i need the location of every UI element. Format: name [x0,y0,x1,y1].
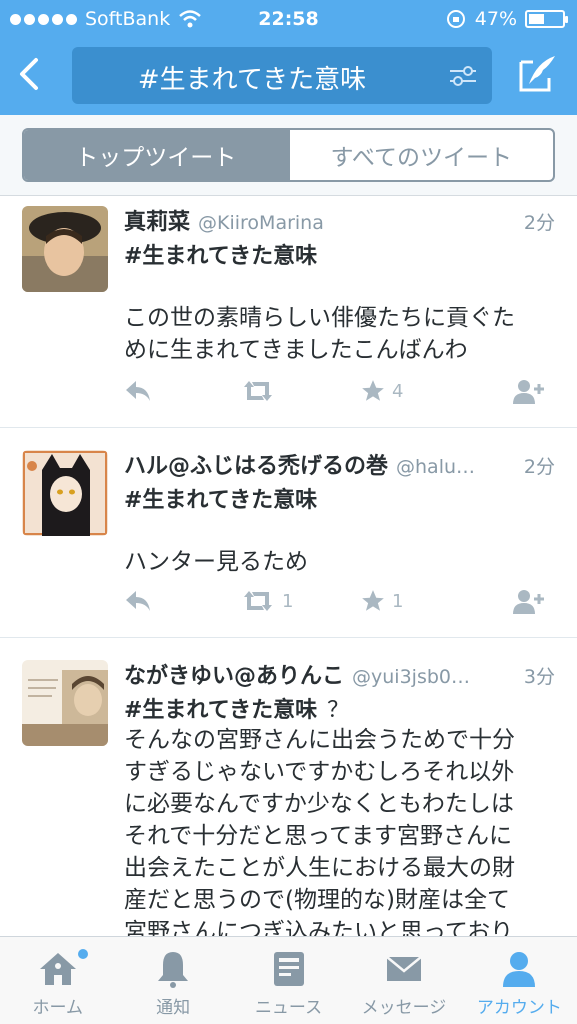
back-arrow-icon[interactable] [14,54,44,94]
tweet-time: 2分 [523,212,555,234]
tab-home-label: ホーム [32,998,83,1018]
user-handle[interactable]: @yui3jsb0… [352,666,516,688]
star-icon [362,590,384,611]
tab-notifications-label: 通知 [156,998,191,1018]
segment-all-tweets[interactable]: すべてのツイート [287,130,554,180]
user-name[interactable]: 真莉菜 [124,204,190,236]
tweet-text: この世の素晴らしい俳優たちに貢ぐた めに生まれてきましたこんばんわ [124,302,559,366]
search-field[interactable]: #生まれてきた意味 [72,47,492,104]
hashtag-text: #生まれてきた意味 [124,488,318,513]
follow-button[interactable] [511,376,547,406]
tweet-time: 3分 [523,666,555,688]
tweet-line: ハンター見るため [124,549,308,575]
search-query: #生まれてきた意味 [137,65,367,95]
filter-icon[interactable] [448,61,478,91]
retweet-button[interactable]: 1 [240,586,360,616]
avatar[interactable] [22,450,108,536]
tweet-filter-segment: トップツイート すべてのツイート [22,128,555,182]
battery-icon [525,10,568,28]
tab-news[interactable]: ニュース [231,937,346,1024]
tab-bar: ホーム 通知 ニュース メッセージ アカウント [0,936,577,1024]
tweet-line: この世の素晴らしい俳優たちに貢ぐた [124,305,515,331]
tab-messages[interactable]: メッセージ [346,937,461,1024]
follow-icon [513,590,544,614]
notification-dot [78,949,88,959]
favorite-count: 1 [392,590,404,612]
reply-button[interactable] [124,376,240,406]
tweet-line: それで十分だと思ってます宮野さんに [124,823,513,849]
tweet-line: 産だと思うので(物理的な)財産は全て [124,887,510,913]
tweet[interactable]: ハル@ふじはる禿げるの巻 @halu… 2分 #生まれてきた意味 ハンター見るた… [0,428,577,638]
news-icon [273,952,304,986]
tab-home[interactable]: ホーム [0,937,115,1024]
follow-icon [513,380,544,404]
tweet-line: めに生まれてきましたこんばんわ [124,337,468,363]
retweet-button[interactable] [240,376,360,406]
user-handle[interactable]: @KiiroMarina [198,212,516,234]
reply-icon [126,591,150,611]
reply-button[interactable] [124,586,240,616]
hashtag[interactable]: #生まれてきた意味 [124,238,317,270]
rotation-lock-icon [446,10,465,28]
tweet-line: そんなの宮野さんに出会うためで十分 [124,727,515,753]
tweet-text: そんなの宮野さんに出会うためで十分 すぎるじゃないですかむしろそれ以外 に必要な… [124,724,559,936]
top-bar: SoftBank 22:58 47% #生まれてきた意味 [0,0,577,115]
retweet-icon [244,381,272,401]
tweet[interactable]: ながきゆい@ありんこ @yui3jsb0… 3分 #生まれてきた意味 ？ そんなの… [0,638,577,936]
avatar[interactable] [22,660,108,746]
favorite-button[interactable]: 1 [360,586,500,616]
follow-button[interactable] [511,586,547,616]
tweet-line: 宮野さんにつぎ込みたいと思っており [124,919,514,936]
tweet-time: 2分 [523,456,555,478]
star-icon [362,380,384,401]
home-icon [39,953,76,985]
compose-tweet-icon[interactable] [515,52,559,96]
tweet-actions: 1 1 [124,586,547,616]
user-name[interactable]: ながきゆい@ありんこ [124,658,344,690]
tweet-line: すぎるじゃないですかむしろそれ以外 [124,759,515,785]
bell-icon [158,952,189,988]
user-handle[interactable]: @halu… [396,456,516,478]
tweet-line: 出会えたことが人生における最大の財 [124,855,515,881]
hashtag[interactable]: #生まれてきた意味 ？ [124,692,349,724]
avatar[interactable] [22,206,108,292]
hashtag-text: #生まれてきた意味 [124,698,318,723]
favorite-count: 4 [392,380,404,402]
hashtag-text: #生まれてきた意味 [124,244,318,269]
envelope-icon [386,956,422,981]
user-name[interactable]: ハル@ふじはる禿げるの巻 [124,448,388,480]
tab-news-label: ニュース [254,998,323,1018]
status-bar: SoftBank 22:58 47% [0,0,577,40]
tab-account-label: アカウント [476,998,562,1018]
person-icon [503,952,536,987]
favorite-button[interactable]: 4 [360,376,500,406]
tweet-line: に必要なんですか少なくともわたしは [124,791,514,817]
retweet-icon [244,591,272,611]
tweet-text: ハンター見るため [124,546,559,578]
tweet[interactable]: 真莉菜 @KiiroMarina 2分 #生まれてきた意味 この世の素晴らしい俳… [0,196,577,428]
tab-account[interactable]: アカウント [462,937,577,1024]
retweet-count: 1 [282,590,294,612]
segment-top-tweets[interactable]: トップツイート [24,130,288,180]
segment-bar: トップツイート すべてのツイート [0,115,577,196]
battery-percent: 47% [474,8,517,30]
tweet-list: 真莉菜 @KiiroMarina 2分 #生まれてきた意味 この世の素晴らしい俳… [0,196,577,936]
tweet-actions: 4 [124,376,547,406]
hashtag-suffix: ？ [327,698,350,723]
tab-notifications[interactable]: 通知 [115,937,230,1024]
hashtag[interactable]: #生まれてきた意味 [124,482,317,514]
reply-icon [126,381,150,401]
tab-messages-label: メッセージ [361,998,447,1018]
